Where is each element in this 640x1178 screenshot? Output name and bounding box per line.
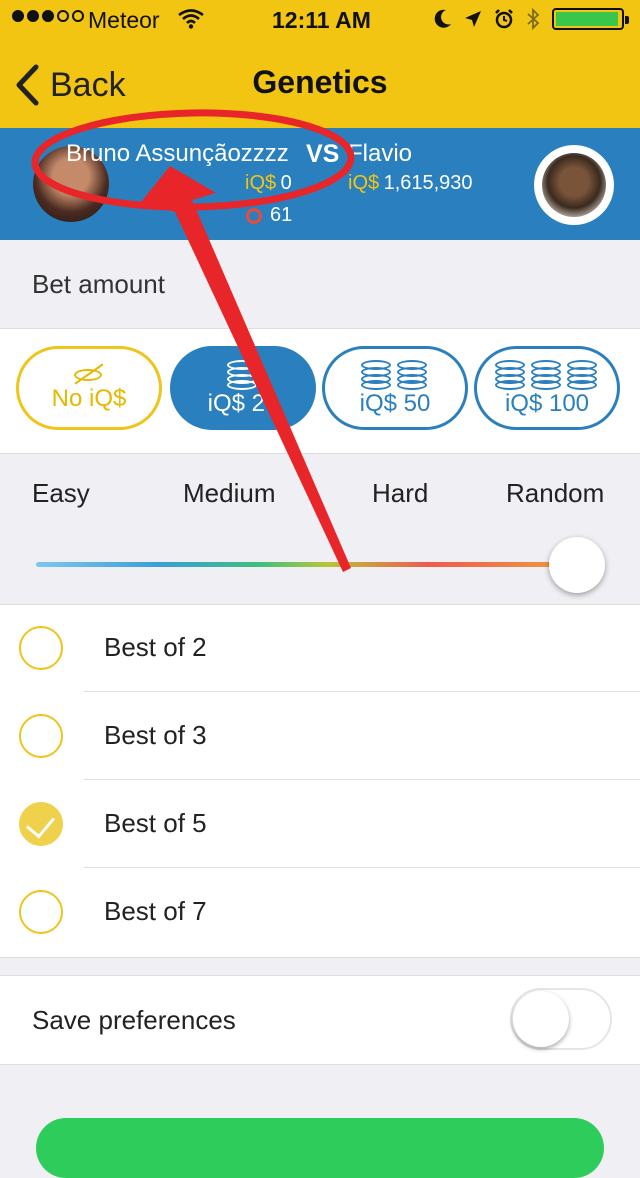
player-left-iq: iQ$ 0: [245, 172, 292, 195]
difficulty-hard[interactable]: Hard: [372, 478, 428, 509]
difficulty-medium[interactable]: Medium: [183, 478, 275, 509]
target-icon: [246, 207, 262, 224]
player-left-iq-value: 0: [280, 172, 292, 194]
carrier-name: Meteor: [88, 7, 160, 33]
start-game-button[interactable]: [36, 1118, 604, 1178]
vs-label: VS: [306, 140, 340, 168]
bluetooth-icon: [527, 8, 540, 30]
battery-icon: [552, 8, 629, 30]
round-option-best-of-7[interactable]: Best of 7: [0, 868, 640, 956]
bet-option-20[interactable]: iQ$ 20: [170, 346, 316, 430]
coins-icon: [495, 358, 599, 390]
player-right-avatar[interactable]: [534, 145, 614, 225]
difficulty-easy[interactable]: Easy: [32, 478, 90, 509]
bet-option-50[interactable]: iQ$ 50: [322, 346, 468, 430]
status-time: 12:11 AM: [272, 7, 371, 33]
iq-currency-label: iQ$: [348, 172, 380, 194]
round-option-label: Best of 2: [104, 632, 207, 662]
round-option-best-of-3[interactable]: Best of 3: [0, 692, 640, 780]
coins-icon: [361, 358, 429, 390]
checkmark-icon: [25, 808, 56, 839]
bet-option-100[interactable]: iQ$ 100: [474, 346, 620, 430]
radio-button[interactable]: [19, 626, 63, 670]
difficulty-slider-track[interactable]: [36, 562, 596, 567]
coins-icon: [227, 358, 259, 390]
round-option-label: Best of 5: [104, 808, 207, 838]
player-left-name: Bruno Assunçãozzzz: [66, 140, 289, 167]
alarm-icon: [495, 9, 513, 29]
save-preferences-toggle[interactable]: [510, 988, 612, 1050]
player-right-iq: iQ$ 1,615,930: [348, 172, 473, 195]
wifi-icon: [178, 9, 204, 29]
player-right-iq-value: 1,615,930: [383, 172, 473, 194]
round-option-best-of-2[interactable]: Best of 2: [0, 604, 640, 692]
bet-option-label: iQ$ 50: [359, 390, 431, 417]
iq-currency-label: iQ$: [245, 172, 277, 194]
page-title: Genetics: [252, 64, 388, 100]
status-bar: Meteor 12:11 AM: [0, 0, 640, 40]
no-coin-icon: [74, 363, 104, 385]
player-left-points-value: 61: [270, 204, 293, 226]
round-option-label: Best of 3: [104, 720, 207, 750]
radio-button-checked[interactable]: [19, 802, 63, 846]
difficulty-random[interactable]: Random: [506, 478, 604, 509]
difficulty-slider-handle[interactable]: [549, 537, 605, 593]
radio-button[interactable]: [19, 714, 63, 758]
bet-option-label: iQ$ 100: [504, 390, 590, 417]
status-icons: [434, 8, 629, 30]
bet-option-label: iQ$ 20: [207, 390, 279, 417]
round-option-best-of-5[interactable]: Best of 5: [0, 780, 640, 868]
radio-button[interactable]: [19, 890, 63, 934]
save-preferences-label: Save preferences: [32, 1005, 236, 1035]
location-arrow-icon: [465, 11, 481, 27]
player-right-name: Flavio: [348, 140, 413, 167]
bet-option-no-iq[interactable]: No iQ$: [16, 346, 162, 430]
player-left-points: 61: [246, 204, 292, 227]
bet-option-label: No iQ$: [51, 385, 127, 412]
bet-amount-label: Bet amount: [32, 269, 165, 299]
moon-icon: [434, 9, 451, 28]
round-option-label: Best of 7: [104, 896, 207, 926]
signal-strength-icon: [12, 10, 84, 22]
